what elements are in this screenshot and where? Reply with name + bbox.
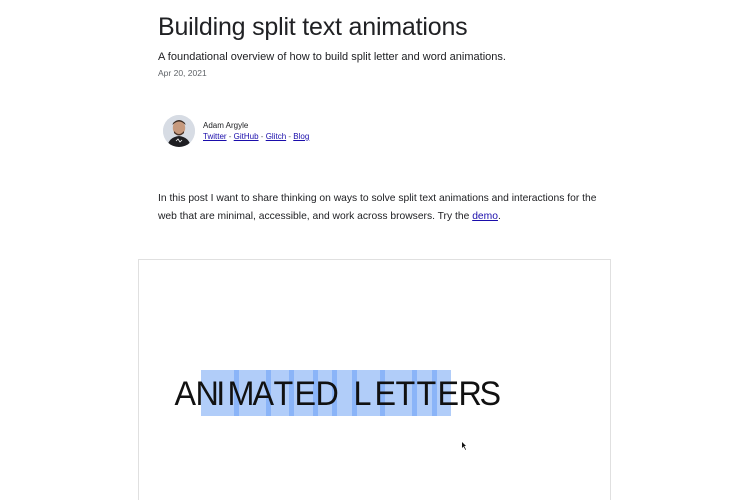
- intro-text-end: .: [497, 211, 501, 222]
- author-card: Adam Argyle Twitter - GitHub - Glitch - …: [163, 115, 309, 147]
- demo-link[interactable]: demo: [472, 211, 498, 222]
- author-name: Adam Argyle: [203, 121, 249, 130]
- letter[interactable]: A: [174, 374, 196, 415]
- author-links: Twitter - GitHub - Glitch - Blog: [203, 131, 309, 142]
- intro-paragraph: In this post I want to share thinking on…: [158, 190, 598, 226]
- letter[interactable]: N: [195, 374, 218, 415]
- avatar: [163, 115, 195, 147]
- intro-text: In this post I want to share thinking on…: [158, 193, 597, 222]
- letter[interactable]: E: [294, 374, 316, 415]
- github-link[interactable]: GitHub: [234, 132, 259, 141]
- page-subtitle: A foundational overview of how to build …: [158, 51, 506, 63]
- letter[interactable]: T: [416, 374, 436, 415]
- letter[interactable]: T: [273, 374, 293, 415]
- letter[interactable]: S: [479, 374, 501, 415]
- letter[interactable]: M: [228, 374, 255, 415]
- mouse-cursor-icon: [462, 442, 466, 450]
- letter[interactable]: R: [458, 374, 481, 415]
- letter[interactable]: I: [216, 374, 225, 415]
- letter-space: [336, 374, 349, 415]
- link-separator: -: [258, 132, 266, 141]
- letter[interactable]: A: [252, 374, 274, 415]
- glitch-link[interactable]: Glitch: [266, 132, 286, 141]
- letter[interactable]: E: [374, 374, 396, 415]
- author-info: Adam Argyle Twitter - GitHub - Glitch - …: [203, 120, 309, 142]
- avatar-photo-icon: [163, 115, 195, 147]
- letter[interactable]: L: [353, 374, 371, 415]
- letter[interactable]: T: [395, 374, 415, 415]
- animated-letters-text[interactable]: A N I M A T E D L E T T E R S: [174, 374, 501, 415]
- page-title: Building split text animations: [158, 13, 468, 41]
- article-header: Building split text animations A foundat…: [158, 10, 618, 79]
- letter[interactable]: E: [437, 374, 459, 415]
- letter[interactable]: D: [315, 374, 338, 415]
- blog-link[interactable]: Blog: [293, 132, 309, 141]
- publish-date: Apr 20, 2021: [158, 68, 207, 78]
- link-separator: -: [226, 132, 234, 141]
- twitter-link[interactable]: Twitter: [203, 132, 227, 141]
